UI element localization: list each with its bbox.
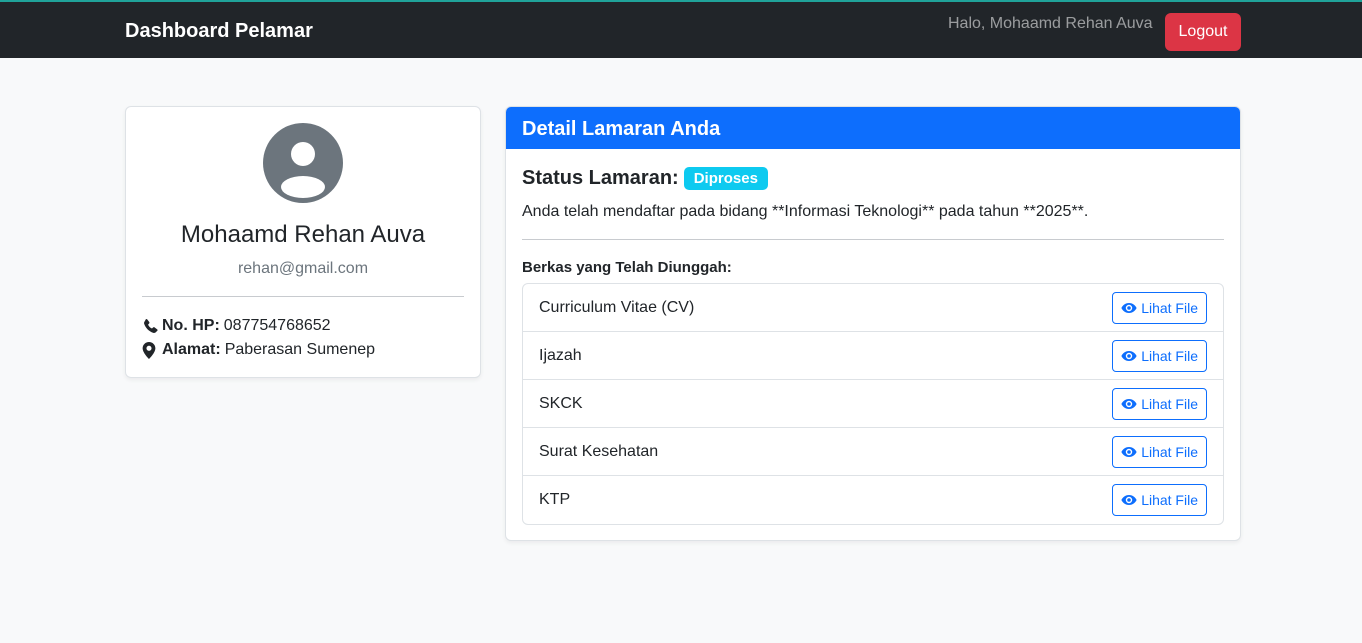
user-circle-icon [263,123,343,203]
status-row: Status Lamaran: Diproses [522,167,768,190]
profile-email: rehan@gmail.com [237,260,369,277]
file-item-surat-kesehatan: Surat Kesehatan Lihat File [523,428,1223,476]
file-name: KTP [539,491,571,508]
address-value: Paberasan Sumenep [224,341,376,358]
view-file-button[interactable]: Lihat File [1112,387,1207,420]
eye-icon [1121,446,1137,457]
uploaded-files-list: Curriculum Vitae (CV) Lihat File Ijazah … [522,283,1224,525]
phone-value: 087754768652 [223,317,331,334]
phone-row: No. HP: 087754768652 [142,317,331,335]
eye-icon [1121,398,1137,409]
view-file-button[interactable]: Lihat File [1112,435,1207,468]
logout-button[interactable]: Logout [1165,13,1241,51]
view-file-label: Lihat File [1141,299,1198,316]
file-item-cv: Curriculum Vitae (CV) Lihat File [523,284,1223,332]
navbar-brand[interactable]: Dashboard Pelamar [125,20,313,43]
profile-card: Mohaamd Rehan Auva rehan@gmail.com No. H… [125,106,481,378]
user-greeting: Halo, Mohaamd Rehan Auva [948,15,1153,32]
file-name: Ijazah [539,346,582,364]
eye-icon [1121,350,1137,361]
view-file-button[interactable]: Lihat File [1112,484,1207,516]
profile-name: Mohaamd Rehan Auva [180,221,426,248]
view-file-button[interactable]: Lihat File [1112,291,1207,324]
detail-card-header: Detail Lamaran Anda [506,107,1240,149]
eye-icon [1121,495,1137,505]
view-file-label: Lihat File [1141,395,1198,412]
status-badge: Diproses [683,167,768,190]
view-file-label: Lihat File [1141,492,1198,508]
view-file-label: Lihat File [1141,347,1198,364]
uploaded-files-heading: Berkas yang Telah Diunggah: [522,259,732,276]
application-detail-card: Detail Lamaran Anda Status Lamaran: Dipr… [505,106,1241,541]
file-item-ktp: KTP Lihat File [523,476,1223,524]
top-navbar: Dashboard Pelamar Halo, Mohaamd Rehan Au… [0,0,1362,58]
file-item-ijazah: Ijazah Lihat File [523,332,1223,380]
eye-icon [1121,302,1137,313]
phone-label: No. HP: [162,317,220,334]
application-description: Anda telah mendaftar pada bidang **Infor… [522,203,1089,220]
map-pin-icon [142,341,162,359]
phone-icon [142,318,162,335]
file-name: Surat Kesehatan [539,442,659,460]
address-row: Alamat: Paberasan Sumenep [142,341,375,359]
view-file-label: Lihat File [1141,443,1198,460]
file-item-skck: SKCK Lihat File [523,380,1223,428]
view-file-button[interactable]: Lihat File [1112,339,1207,372]
detail-divider [522,239,1224,240]
file-name: Curriculum Vitae (CV) [539,298,695,316]
profile-divider [142,296,464,297]
file-name: SKCK [539,394,583,412]
status-label: Status Lamaran: [522,167,679,189]
address-label: Alamat: [162,341,221,358]
